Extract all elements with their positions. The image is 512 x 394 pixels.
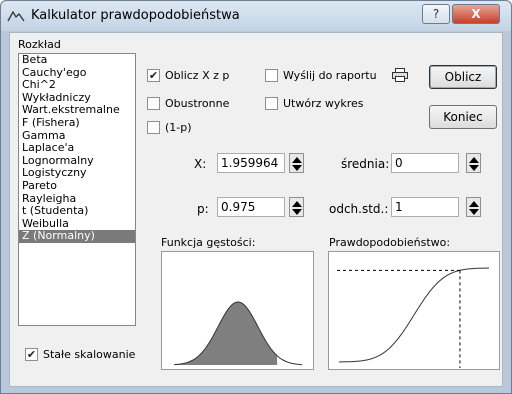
calculator-window: Kalkulator prawdopodobieństwa ? X Rozkła… (0, 0, 512, 394)
compute-x-from-p-label: Oblicz X z p (165, 69, 230, 82)
mean-input[interactable]: 0 (391, 153, 459, 173)
cumulative-curve (339, 267, 489, 363)
check-mark-icon: ✔ (26, 348, 37, 361)
distribution-list-item[interactable]: Beta (19, 54, 135, 67)
fixed-scaling-label: Stałe skalowanie (43, 348, 136, 361)
send-to-report-label: Wyślij do raportu (283, 69, 377, 82)
printer-icon (392, 68, 408, 82)
window-title: Kalkulator prawdopodobieństwa (31, 8, 240, 23)
density-plot-label: Funkcja gęstości: (161, 236, 256, 249)
distribution-list-item[interactable]: Laplace'a (19, 142, 135, 155)
title-bar[interactable]: Kalkulator prawdopodobieństwa ? X (1, 1, 511, 31)
distribution-list-item[interactable]: Chi^2 (19, 79, 135, 92)
sd-input[interactable]: 1 (391, 197, 459, 217)
p-input[interactable]: 0.975 (217, 197, 285, 217)
create-graph-checkbox[interactable] (265, 97, 278, 110)
curve-icon (7, 10, 25, 22)
two-sided-checkbox[interactable] (147, 97, 160, 110)
probability-plot (328, 251, 500, 370)
create-graph-label: Utwórz wykres (283, 97, 364, 110)
probability-plot-label: Prawdopodobieństwo: (329, 236, 451, 249)
distribution-list-item[interactable]: Z (Normalny) (19, 230, 135, 243)
density-curve-svg (174, 301, 302, 366)
sd-spinner[interactable] (466, 197, 481, 217)
one-minus-p-checkbox[interactable] (147, 121, 160, 134)
p-label: p: (197, 202, 209, 216)
distribution-list-item[interactable]: F (Fishera) (19, 116, 135, 130)
one-minus-p-label: (1-p) (165, 121, 192, 134)
p-spinner[interactable] (289, 197, 304, 217)
sd-label: odch.std.: (329, 202, 389, 216)
x-label: X: (194, 157, 207, 171)
close-button[interactable]: Koniec (429, 105, 497, 129)
mean-label: średnia: (341, 157, 390, 171)
x-input[interactable]: 1.959964 (217, 153, 285, 173)
distribution-list-item[interactable]: t (Studenta) (19, 205, 135, 218)
send-to-report-checkbox[interactable] (265, 69, 278, 82)
fixed-scaling-checkbox[interactable]: ✔ (25, 348, 38, 361)
probability-curve-svg (337, 267, 489, 368)
x-spinner[interactable] (289, 153, 304, 173)
help-button[interactable]: ? (422, 4, 450, 24)
distribution-list-item[interactable]: Pareto (19, 179, 135, 193)
close-window-button[interactable]: X (452, 4, 500, 24)
two-sided-label: Obustronne (165, 97, 230, 110)
distribution-list[interactable]: Beta Cauchy'ego Chi^2 Wykładniczy Wart.ekstr… (18, 53, 136, 326)
compute-x-from-p-checkbox[interactable]: ✔ (147, 69, 160, 82)
mean-spinner[interactable] (466, 153, 481, 173)
check-mark-icon: ✔ (148, 69, 159, 82)
compute-button[interactable]: Oblicz (429, 65, 497, 89)
distribution-label: Rozkład (18, 38, 61, 51)
density-plot (161, 251, 314, 370)
